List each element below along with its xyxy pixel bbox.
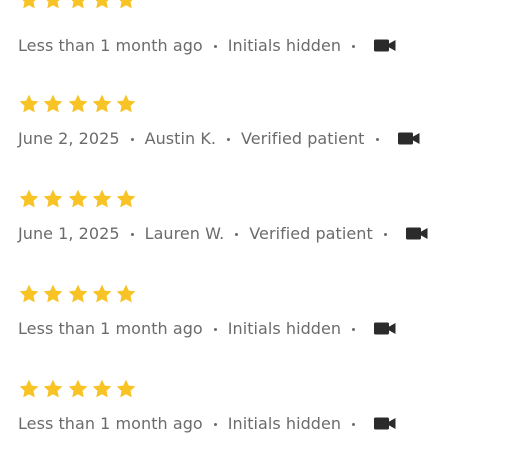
star-icon bbox=[116, 284, 136, 303]
star-icon bbox=[19, 94, 39, 113]
star-rating bbox=[18, 188, 139, 210]
separator-dot bbox=[213, 422, 217, 426]
star-icon bbox=[95, 0, 109, 9]
separator-dot bbox=[375, 137, 379, 141]
review-author: Austin K. bbox=[144, 128, 217, 148]
separator-dot bbox=[227, 137, 231, 141]
star-icon bbox=[43, 379, 63, 398]
star-icon bbox=[43, 189, 63, 208]
separator-dot bbox=[352, 327, 356, 331]
video-camera-icon[interactable] bbox=[397, 132, 420, 145]
review-date: Less than 1 month ago bbox=[18, 318, 203, 338]
review-date: June 2, 2025 bbox=[18, 128, 120, 148]
star-icon bbox=[68, 189, 87, 208]
video-camera-icon[interactable] bbox=[405, 227, 428, 240]
separator-dot bbox=[383, 232, 387, 236]
review-item: June 2, 2025 Austin K. Verified patient bbox=[18, 93, 498, 163]
star-rating bbox=[18, 378, 139, 400]
star-icon bbox=[43, 284, 63, 303]
separator-dot bbox=[235, 232, 239, 236]
review-item: June 1, 2025 Lauren W. Verified patient bbox=[18, 188, 498, 258]
video-camera-icon[interactable] bbox=[374, 417, 396, 430]
review-meta: Less than 1 month ago Initials hidden bbox=[18, 317, 396, 339]
star-icon bbox=[19, 284, 39, 303]
star-icon bbox=[92, 284, 112, 303]
star-icon bbox=[68, 284, 87, 303]
review-author: Lauren W. bbox=[144, 223, 225, 243]
star-icon bbox=[71, 0, 85, 9]
video-camera-icon[interactable] bbox=[374, 39, 396, 52]
review-author: Initials hidden bbox=[227, 318, 342, 338]
separator-dot bbox=[130, 137, 134, 141]
separator-dot bbox=[213, 327, 217, 331]
separator-dot bbox=[213, 44, 217, 48]
separator-dot bbox=[352, 422, 356, 426]
star-icon bbox=[92, 189, 112, 208]
star-icon bbox=[116, 94, 136, 113]
verified-status: Verified patient bbox=[249, 223, 373, 243]
star-icon bbox=[19, 379, 39, 398]
star-icon bbox=[68, 94, 87, 113]
star-rating bbox=[18, 0, 139, 11]
star-icon bbox=[43, 94, 63, 113]
star-icon bbox=[22, 0, 36, 9]
star-rating bbox=[18, 283, 139, 305]
star-icon bbox=[116, 379, 136, 398]
star-rating bbox=[18, 93, 139, 115]
review-meta: June 1, 2025 Lauren W. Verified patient bbox=[18, 222, 428, 244]
star-icon bbox=[68, 379, 87, 398]
review-author: Initials hidden bbox=[227, 413, 342, 433]
star-icon bbox=[116, 189, 136, 208]
separator-dot bbox=[352, 44, 356, 48]
review-author: Initials hidden bbox=[227, 35, 342, 55]
star-icon bbox=[92, 94, 112, 113]
star-icon bbox=[92, 379, 112, 398]
video-camera-icon[interactable] bbox=[374, 322, 396, 335]
star-icon bbox=[119, 0, 133, 9]
review-item: Less than 1 month ago Initials hidden bbox=[18, 378, 498, 448]
review-item: Less than 1 month ago Initials hidden bbox=[18, 283, 498, 353]
review-meta: Less than 1 month ago Initials hidden bbox=[18, 412, 396, 434]
review-item: Less than 1 month ago Initials hidden bbox=[18, 0, 498, 69]
review-meta: Less than 1 month ago Initials hidden bbox=[18, 34, 396, 56]
review-date: Less than 1 month ago bbox=[18, 413, 203, 433]
review-date: Less than 1 month ago bbox=[18, 35, 203, 55]
star-icon bbox=[46, 0, 60, 9]
review-meta: June 2, 2025 Austin K. Verified patient bbox=[18, 127, 420, 149]
verified-status: Verified patient bbox=[241, 128, 365, 148]
separator-dot bbox=[130, 232, 134, 236]
star-icon bbox=[19, 189, 39, 208]
review-date: June 1, 2025 bbox=[18, 223, 120, 243]
